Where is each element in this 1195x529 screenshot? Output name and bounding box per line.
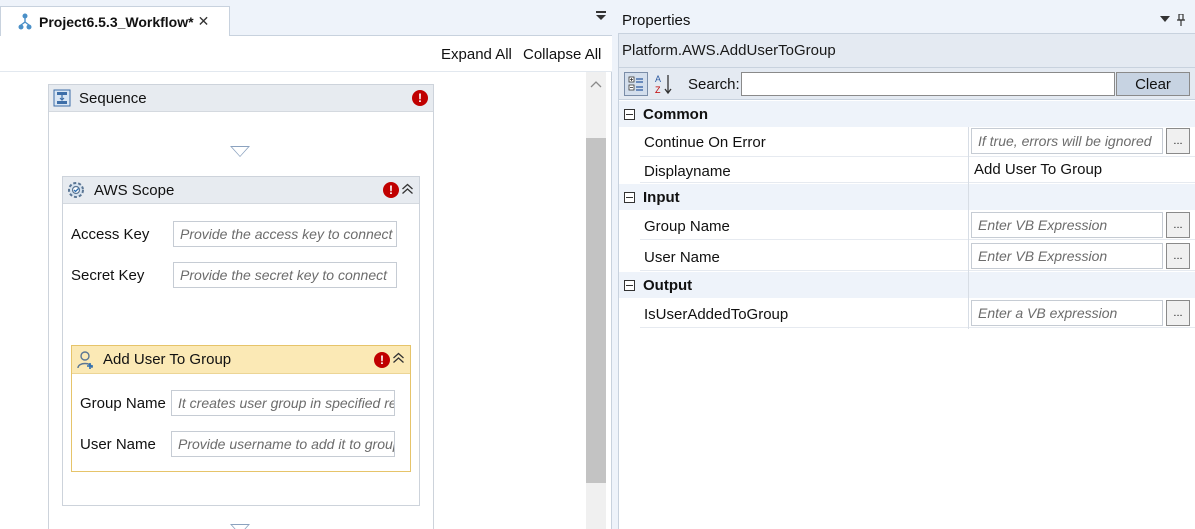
- expand-all-button[interactable]: Expand All: [441, 46, 512, 63]
- group-name-label: Group Name: [80, 395, 166, 412]
- add-user-header[interactable]: Add User To Group !: [72, 346, 410, 374]
- collapse-toggle-icon[interactable]: [624, 279, 635, 291]
- group-name-input[interactable]: It creates user group in specified regio…: [171, 390, 395, 416]
- chevron-up-icon[interactable]: [401, 183, 414, 198]
- secret-key-input[interactable]: Provide the secret key to connect: [173, 262, 397, 288]
- continue-on-error-input[interactable]: If true, errors will be ignored: [971, 128, 1163, 154]
- group-name-property-input[interactable]: Enter VB Expression: [971, 212, 1163, 238]
- aws-scope-title: AWS Scope: [94, 181, 175, 199]
- sequence-header[interactable]: Sequence !: [49, 85, 433, 112]
- properties-title-bar: [618, 8, 1195, 34]
- property-name: Continue On Error: [644, 134, 766, 151]
- tab-workflow[interactable]: Project6.5.3_Workflow* ✕: [0, 6, 230, 36]
- chevron-up-icon[interactable]: [392, 352, 405, 367]
- expression-editor-button[interactable]: ...: [1166, 243, 1190, 269]
- category-label: Common: [643, 105, 708, 123]
- property-name: IsUserAddedToGroup: [644, 306, 789, 323]
- gear-icon: [66, 180, 86, 200]
- drop-target-arrow[interactable]: [230, 524, 250, 529]
- close-icon[interactable]: ✕: [198, 14, 210, 30]
- dropdown-icon[interactable]: [594, 10, 608, 24]
- svg-text:A: A: [655, 74, 661, 84]
- search-label: Search:: [688, 76, 740, 93]
- selected-type-name: Platform.AWS.AddUserToGroup: [622, 42, 836, 59]
- category-input[interactable]: Input: [619, 184, 1195, 210]
- collapse-all-button[interactable]: Collapse All: [523, 46, 601, 63]
- clear-button[interactable]: Clear: [1116, 72, 1190, 96]
- category-output[interactable]: Output: [619, 272, 1195, 298]
- user-name-property-input[interactable]: Enter VB Expression: [971, 243, 1163, 269]
- scrollbar-thumb[interactable]: [586, 138, 606, 483]
- properties-title: Properties: [622, 12, 691, 29]
- pane-controls: [1160, 13, 1186, 29]
- sequence-title: Sequence: [79, 89, 147, 107]
- user-name-input[interactable]: Provide username to add it to group: [171, 431, 395, 457]
- workflow-icon: [17, 13, 33, 31]
- category-label: Output: [643, 276, 693, 294]
- property-name: User Name: [644, 249, 720, 266]
- error-icon: !: [412, 90, 428, 106]
- aws-scope-header[interactable]: AWS Scope !: [63, 177, 419, 204]
- error-icon: !: [383, 182, 399, 198]
- access-key-input[interactable]: Provide the access key to connect: [173, 221, 397, 247]
- scroll-up-icon[interactable]: [590, 77, 602, 91]
- error-icon: !: [374, 351, 390, 368]
- is-user-added-to-group-input[interactable]: Enter a VB expression: [971, 300, 1163, 326]
- user-name-label: User Name: [80, 436, 156, 453]
- search-input[interactable]: [741, 72, 1115, 96]
- secret-key-label: Secret Key: [71, 267, 145, 284]
- sequence-icon: [53, 89, 71, 107]
- expression-editor-button[interactable]: ...: [1166, 212, 1190, 238]
- svg-text:Z: Z: [655, 85, 661, 95]
- categorized-icon[interactable]: [624, 72, 648, 96]
- add-user-title: Add User To Group: [103, 351, 232, 368]
- property-name: Group Name: [644, 218, 730, 235]
- access-key-label: Access Key: [71, 226, 150, 243]
- property-name: Displayname: [644, 163, 731, 180]
- column-divider[interactable]: [968, 127, 969, 329]
- expression-editor-button[interactable]: ...: [1166, 128, 1190, 154]
- category-common[interactable]: Common: [619, 101, 1195, 127]
- displayname-value[interactable]: Add User To Group: [974, 161, 1102, 178]
- dropdown-icon[interactable]: [1160, 14, 1170, 29]
- tab-title: Project6.5.3_Workflow*: [39, 13, 194, 30]
- category-label: Input: [643, 188, 680, 206]
- user-add-icon: [77, 350, 95, 370]
- collapse-toggle-icon[interactable]: [624, 108, 635, 120]
- drop-target-arrow[interactable]: [230, 146, 250, 157]
- expression-editor-button[interactable]: ...: [1166, 300, 1190, 326]
- collapse-toggle-icon[interactable]: [624, 191, 635, 203]
- pin-icon[interactable]: [1176, 13, 1186, 29]
- designer-toolbar: [0, 36, 612, 72]
- alphabetical-sort-icon[interactable]: A Z: [652, 72, 676, 96]
